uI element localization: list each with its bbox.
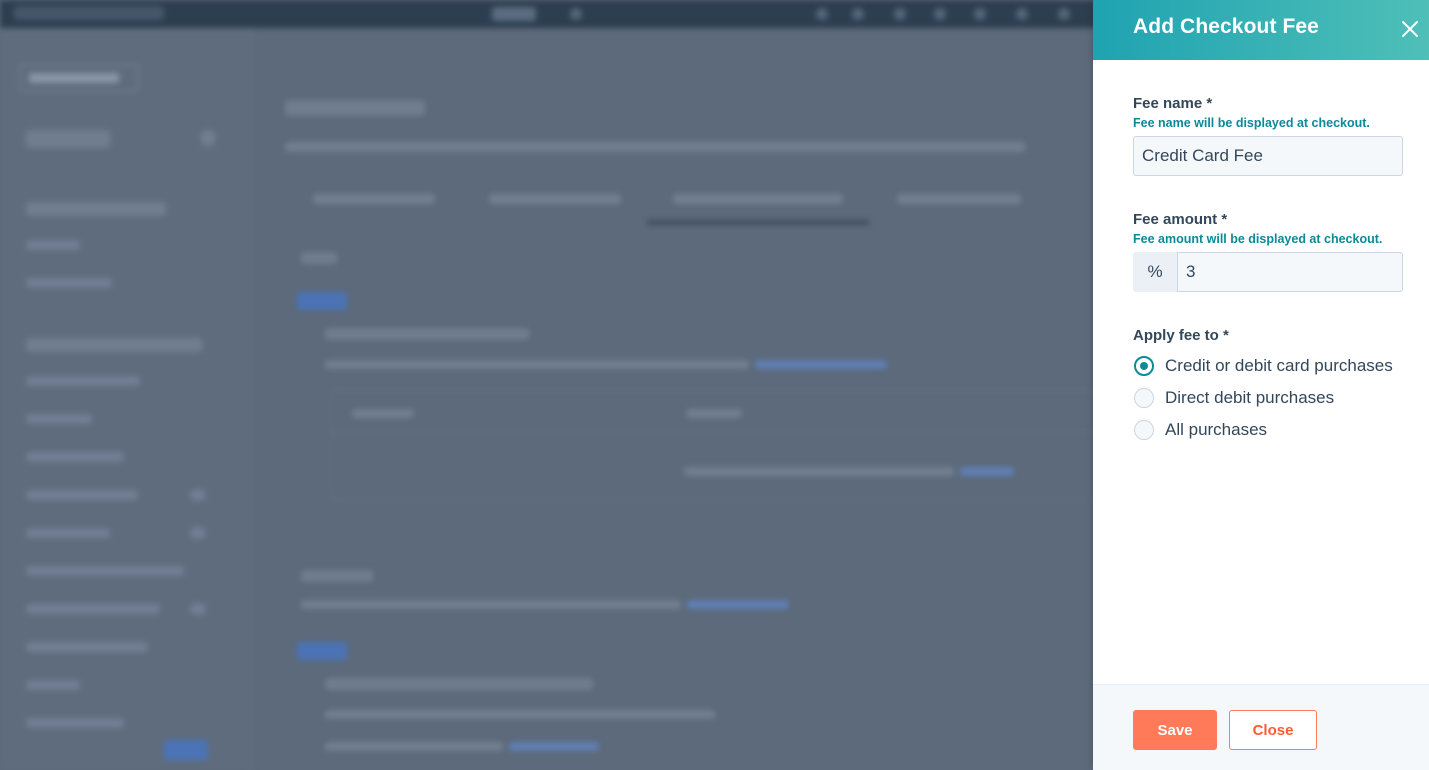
tab-placeholder [897, 194, 1021, 204]
save-button[interactable]: Save [1133, 710, 1217, 750]
card-title-placeholder [325, 678, 593, 690]
nav-icon [934, 8, 946, 20]
panel-header: Add Checkout Fee [1093, 0, 1429, 60]
fee-amount-help-text: Fee amount will be displayed at checkout… [1133, 232, 1383, 246]
radio-option-all-purchases[interactable]: All purchases [1133, 418, 1413, 442]
nav-icon [570, 8, 582, 20]
radio-button[interactable] [1134, 420, 1154, 440]
nav-icon [894, 8, 906, 20]
new-pill-placeholder [297, 642, 347, 660]
nav-icon [1016, 8, 1028, 20]
sidebar-item-placeholder [26, 680, 80, 690]
panel-footer: Save Close [1093, 684, 1429, 770]
section-heading-placeholder [301, 570, 373, 582]
card-title-placeholder [325, 328, 529, 340]
card-text-placeholder [325, 360, 749, 369]
card-text-placeholder [325, 710, 715, 719]
fee-amount-field: % [1133, 252, 1403, 292]
sidebar-collapse-placeholder [200, 130, 216, 146]
section-link-placeholder [687, 600, 789, 609]
nav-icon [974, 8, 986, 20]
radio-button[interactable] [1134, 356, 1154, 376]
active-tab-indicator [647, 220, 869, 225]
card-link-placeholder [509, 742, 599, 751]
sidebar-item-placeholder [26, 528, 110, 538]
card-link-placeholder [755, 360, 887, 369]
sidebar-item-placeholder [26, 604, 160, 614]
section-heading-placeholder [301, 252, 337, 264]
table-link-placeholder [960, 467, 1014, 476]
radio-button[interactable] [1134, 388, 1154, 408]
sidebar-badge-placeholder [190, 489, 206, 501]
radio-option-label: Direct debit purchases [1165, 388, 1335, 407]
close-icon-graphic [1402, 21, 1418, 37]
tab-placeholder [673, 194, 843, 204]
sidebar-heading-placeholder [26, 202, 166, 216]
percent-prefix: % [1133, 252, 1177, 292]
sidebar-item-placeholder [26, 490, 138, 500]
section-text-placeholder [301, 600, 681, 609]
nav-search-placeholder [14, 6, 164, 20]
settings-sidebar [0, 28, 252, 770]
sidebar-item-placeholder [26, 376, 140, 386]
sidebar-item-placeholder [26, 718, 124, 728]
fee-name-label: Fee name * [1133, 95, 1213, 112]
nav-icon [816, 8, 828, 20]
radio-option-direct-debit[interactable]: Direct debit purchases [1133, 386, 1413, 410]
close-icon[interactable] [1395, 14, 1423, 42]
fee-name-help-text: Fee name will be displayed at checkout. [1133, 116, 1370, 130]
sidebar-item-placeholder [26, 240, 80, 250]
radio-option-credit-debit-card[interactable]: Credit or debit card purchases [1133, 354, 1413, 378]
panel-title: Add Checkout Fee [1133, 15, 1319, 38]
main-subtitle-placeholder [285, 142, 1025, 152]
nav-upgrade-pill [492, 7, 536, 21]
sidebar-title-placeholder [26, 130, 110, 148]
sidebar-badge-placeholder [190, 603, 206, 615]
card-text-placeholder [325, 742, 503, 751]
sidebar-badge-placeholder [190, 527, 206, 539]
sidebar-item-placeholder [26, 566, 184, 576]
sidebar-item-placeholder [26, 278, 112, 288]
close-button[interactable]: Close [1229, 710, 1317, 750]
fee-amount-label: Fee amount * [1133, 211, 1228, 228]
table-empty-placeholder [684, 467, 954, 476]
nav-icon [852, 8, 864, 20]
tab-placeholder [489, 194, 621, 204]
fee-name-input[interactable] [1133, 136, 1403, 176]
sidebar-item-placeholder [26, 414, 92, 424]
tab-placeholder [313, 194, 435, 204]
table-column-placeholder [686, 409, 742, 418]
radio-option-label: Credit or debit card purchases [1165, 356, 1393, 375]
sidebar-item-placeholder [26, 452, 124, 462]
fees-table-placeholder [331, 390, 1131, 500]
main-title-placeholder [285, 100, 425, 116]
back-button-placeholder [20, 64, 138, 92]
sidebar-heading-placeholder [26, 338, 202, 352]
apply-fee-label: Apply fee to * [1133, 327, 1229, 344]
table-column-placeholder [352, 409, 414, 418]
add-checkout-fee-panel: Add Checkout Fee Fee name * Fee name wil… [1093, 0, 1429, 770]
sidebar-new-badge-placeholder [164, 740, 208, 760]
fee-amount-input[interactable] [1177, 252, 1403, 292]
radio-option-label: All purchases [1165, 420, 1268, 439]
nav-icon [1058, 8, 1070, 20]
new-pill-placeholder [297, 292, 347, 310]
sidebar-item-placeholder [26, 642, 148, 652]
